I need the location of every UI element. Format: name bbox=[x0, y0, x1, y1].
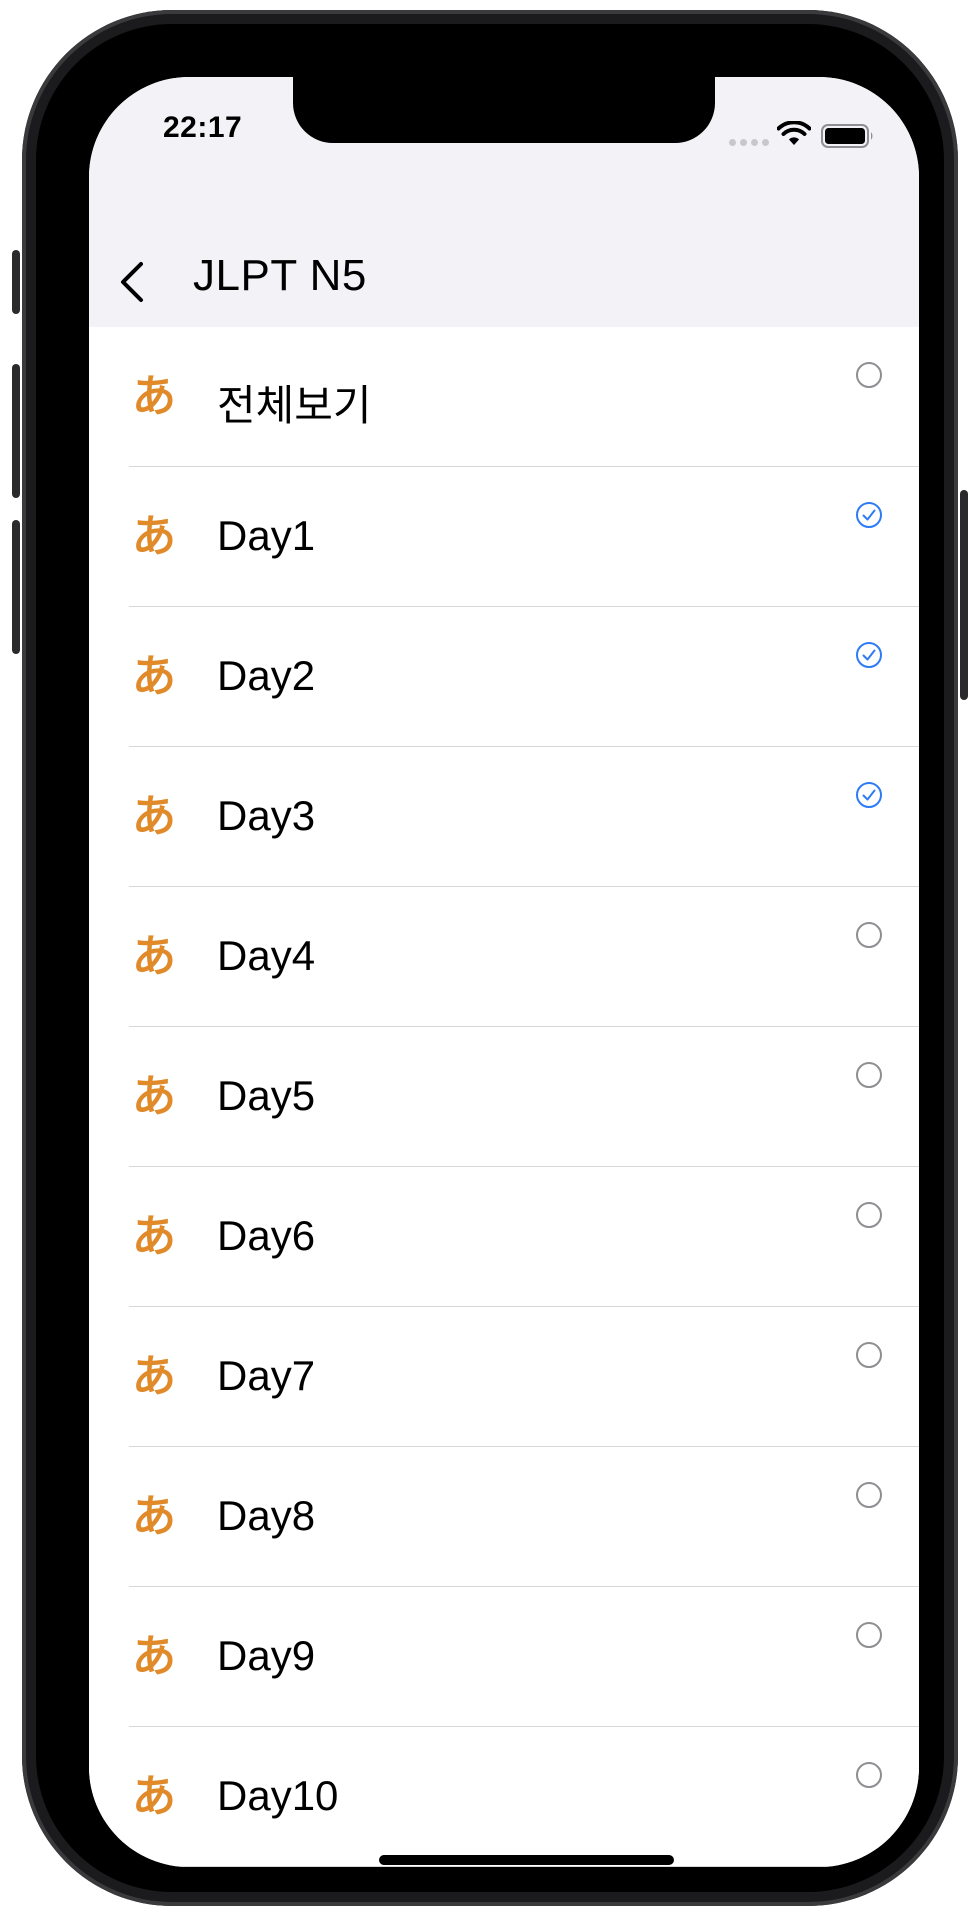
empty-circle-icon[interactable] bbox=[855, 921, 883, 949]
list-item[interactable]: あ Day9 bbox=[89, 1587, 919, 1727]
hiragana-a-icon: あ bbox=[132, 931, 176, 982]
empty-circle-icon[interactable] bbox=[855, 361, 883, 389]
hiragana-a-icon: あ bbox=[132, 371, 176, 422]
list-item-label: Day8 bbox=[217, 1492, 316, 1539]
cellular-signal-icon bbox=[729, 139, 769, 146]
empty-circle-icon[interactable] bbox=[855, 1201, 883, 1229]
list-item[interactable]: あ Day5 bbox=[89, 1027, 919, 1167]
day-list: あ 전체보기 あ Day1 あ Day2 あ Day3 あ Day4 あ Day5 あ Day6 あ Day7… bbox=[89, 327, 919, 1867]
screen: 22:17 JLPT N5 あ 전체보기 あ Day1 あ Day2 あ Day… bbox=[89, 77, 919, 1867]
checkmark-circle-icon[interactable] bbox=[855, 781, 883, 809]
back-button[interactable] bbox=[111, 254, 151, 310]
list-item-label: Day6 bbox=[217, 1212, 316, 1259]
list-item[interactable]: あ Day1 bbox=[89, 467, 919, 607]
empty-circle-icon[interactable] bbox=[855, 1621, 883, 1649]
mute-switch bbox=[12, 250, 20, 314]
phone-frame: 22:17 JLPT N5 あ 전체보기 あ Day1 あ Day2 あ Day… bbox=[12, 10, 968, 1906]
list-item[interactable]: あ Day8 bbox=[89, 1447, 919, 1587]
chevron-left-icon bbox=[121, 262, 143, 302]
empty-circle-icon[interactable] bbox=[855, 1061, 883, 1089]
hiragana-a-icon: あ bbox=[132, 1071, 176, 1122]
battery-icon bbox=[821, 124, 873, 148]
hiragana-a-icon: あ bbox=[132, 511, 176, 562]
list-item-label: 전체보기 bbox=[217, 382, 372, 429]
navigation-bar: JLPT N5 bbox=[89, 197, 919, 327]
list-item[interactable]: あ Day4 bbox=[89, 887, 919, 1027]
empty-circle-icon[interactable] bbox=[855, 1341, 883, 1369]
list-item[interactable]: あ Day10 bbox=[89, 1727, 919, 1867]
list-item[interactable]: あ Day6 bbox=[89, 1167, 919, 1307]
list-item-label: Day2 bbox=[217, 652, 316, 699]
volume-up-button bbox=[12, 364, 20, 498]
power-button bbox=[960, 490, 968, 700]
list-item[interactable]: あ 전체보기 bbox=[89, 327, 919, 467]
list-item[interactable]: あ Day7 bbox=[89, 1307, 919, 1447]
checkmark-circle-icon[interactable] bbox=[855, 501, 883, 529]
screen-bezel: 22:17 JLPT N5 あ 전체보기 あ Day1 あ Day2 あ Day… bbox=[36, 24, 944, 1892]
list-item[interactable]: あ Day2 bbox=[89, 607, 919, 747]
notch bbox=[293, 77, 715, 143]
hiragana-a-icon: あ bbox=[132, 791, 176, 842]
list-item-label: Day10 bbox=[217, 1772, 339, 1819]
home-indicator[interactable] bbox=[379, 1855, 674, 1865]
hiragana-a-icon: あ bbox=[132, 1631, 176, 1682]
hiragana-a-icon: あ bbox=[132, 651, 176, 702]
checkmark-circle-icon[interactable] bbox=[855, 641, 883, 669]
page-title: JLPT N5 bbox=[193, 251, 367, 300]
list-item-label: Day9 bbox=[217, 1632, 316, 1679]
volume-down-button bbox=[12, 520, 20, 654]
list-item-label: Day4 bbox=[217, 932, 316, 979]
list-item-label: Day5 bbox=[217, 1072, 316, 1119]
list-item[interactable]: あ Day3 bbox=[89, 747, 919, 887]
list-item-label: Day1 bbox=[217, 512, 316, 559]
empty-circle-icon[interactable] bbox=[855, 1481, 883, 1509]
hiragana-a-icon: あ bbox=[132, 1211, 176, 1262]
wifi-icon bbox=[777, 121, 811, 145]
hiragana-a-icon: あ bbox=[132, 1491, 176, 1542]
row-divider bbox=[129, 1866, 919, 1867]
list-item-label: Day3 bbox=[217, 792, 316, 839]
list-item-label: Day7 bbox=[217, 1352, 316, 1399]
hiragana-a-icon: あ bbox=[132, 1771, 176, 1822]
hiragana-a-icon: あ bbox=[132, 1351, 176, 1402]
status-time: 22:17 bbox=[163, 111, 243, 144]
empty-circle-icon[interactable] bbox=[855, 1761, 883, 1789]
